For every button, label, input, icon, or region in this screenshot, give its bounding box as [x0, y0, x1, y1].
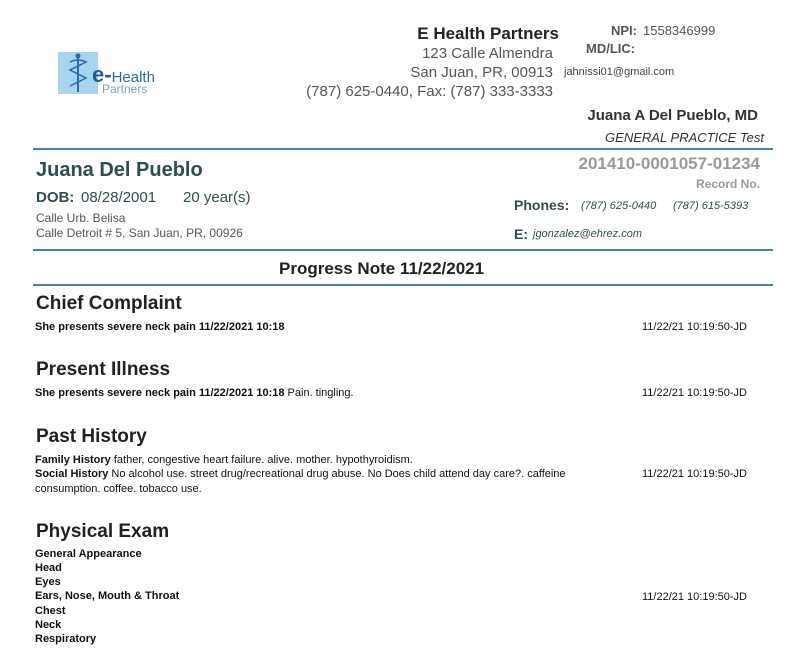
section-title-past-history: Past History — [36, 426, 147, 447]
dob-value: 08/28/2001 — [81, 189, 157, 206]
family-history-line: Family History father, congestive heart … — [35, 454, 413, 466]
doctor-specialty: GENERAL PRACTICE Test — [605, 130, 764, 145]
social-history-text: No alcohol use. street drug/recreational… — [108, 468, 566, 480]
chief-complaint-timestamp: 11/22/21 10:19:50-JD — [642, 321, 747, 333]
mdlic-label: MD/LIC: — [586, 41, 636, 56]
exam-item-head: Head — [35, 562, 62, 574]
practice-phone-fax: (787) 625-0440, Fax: (787) 333-3333 — [306, 83, 553, 100]
present-illness-text: She presents severe neck pain 11/22/2021… — [35, 387, 354, 399]
chief-complaint-bold: She presents severe neck pain 11/22/2021… — [35, 321, 285, 333]
practice-address-line2: San Juan, PR, 00913 — [410, 64, 553, 81]
divider-bottom — [33, 284, 773, 286]
exam-item-eyes: Eyes — [35, 576, 61, 588]
phones-label: Phones: — [514, 197, 570, 213]
practice-address-line1: 123 Calle Almendra — [422, 45, 553, 62]
family-history-text: father, congestive heart failure. alive.… — [110, 454, 413, 466]
practice-logo: e-Health Partners — [58, 52, 158, 98]
progress-note-title: Progress Note 11/22/2021 — [279, 259, 485, 278]
exam-item-ears-nose-mouth-throat: Ears, Nose, Mouth & Throat — [35, 590, 180, 602]
section-title-physical-exam: Physical Exam — [36, 521, 170, 542]
exam-item-general-appearance: General Appearance — [35, 548, 142, 560]
divider-middle — [33, 249, 773, 251]
social-history-line: Social History No alcohol use. street dr… — [35, 468, 566, 480]
social-history-line-2: consumption. coffee. tobacco use. — [35, 483, 202, 495]
exam-item-chest: Chest — [35, 605, 66, 617]
patient-email-label: E: — [514, 226, 528, 242]
patient-age: 20 year(s) — [183, 189, 251, 206]
family-history-label: Family History — [35, 454, 111, 466]
past-history-timestamp: 11/22/21 10:19:50-JD — [642, 468, 747, 480]
record-number: 201410-0001057-01234 — [578, 154, 760, 173]
social-history-label: Social History — [35, 468, 109, 480]
patient-email: jgonzalez@ehrez.com — [533, 228, 642, 240]
present-illness-timestamp: 11/22/21 10:19:50-JD — [642, 387, 747, 399]
patient-phone-1: (787) 625-0440 — [581, 200, 657, 212]
patient-name: Juana Del Pueblo — [36, 159, 203, 181]
section-title-chief-complaint: Chief Complaint — [36, 293, 182, 314]
dob-label: DOB: — [36, 189, 75, 206]
patient-address-line2: Calle Detroit # 5, San Juan, PR, 00926 — [36, 226, 243, 240]
chief-complaint-text: She presents severe neck pain 11/22/2021… — [35, 321, 285, 333]
record-number-label: Record No. — [695, 177, 760, 191]
doctor-name: Juana A Del Pueblo, MD — [587, 107, 758, 124]
npi-value: 1558346999 — [643, 23, 716, 38]
present-illness-detail: Pain. tingling. — [284, 387, 354, 399]
physical-exam-timestamp: 11/22/21 10:19:50-JD — [642, 591, 747, 603]
divider-top — [33, 148, 773, 150]
logo-text-partners: Partners — [102, 82, 148, 96]
patient-phone-2: (787) 615-5393 — [673, 200, 749, 212]
section-title-present-illness: Present Illness — [36, 359, 171, 380]
exam-item-neck: Neck — [35, 619, 62, 631]
patient-address-line1: Calle Urb. Belisa — [36, 211, 126, 225]
practice-name: E Health Partners — [417, 24, 559, 43]
practice-email: jahnissi01@gmail.com — [564, 66, 675, 78]
present-illness-bold: She presents severe neck pain 11/22/2021… — [35, 387, 285, 399]
exam-item-respiratory: Respiratory — [35, 633, 97, 645]
npi-label: NPI: — [611, 23, 637, 38]
